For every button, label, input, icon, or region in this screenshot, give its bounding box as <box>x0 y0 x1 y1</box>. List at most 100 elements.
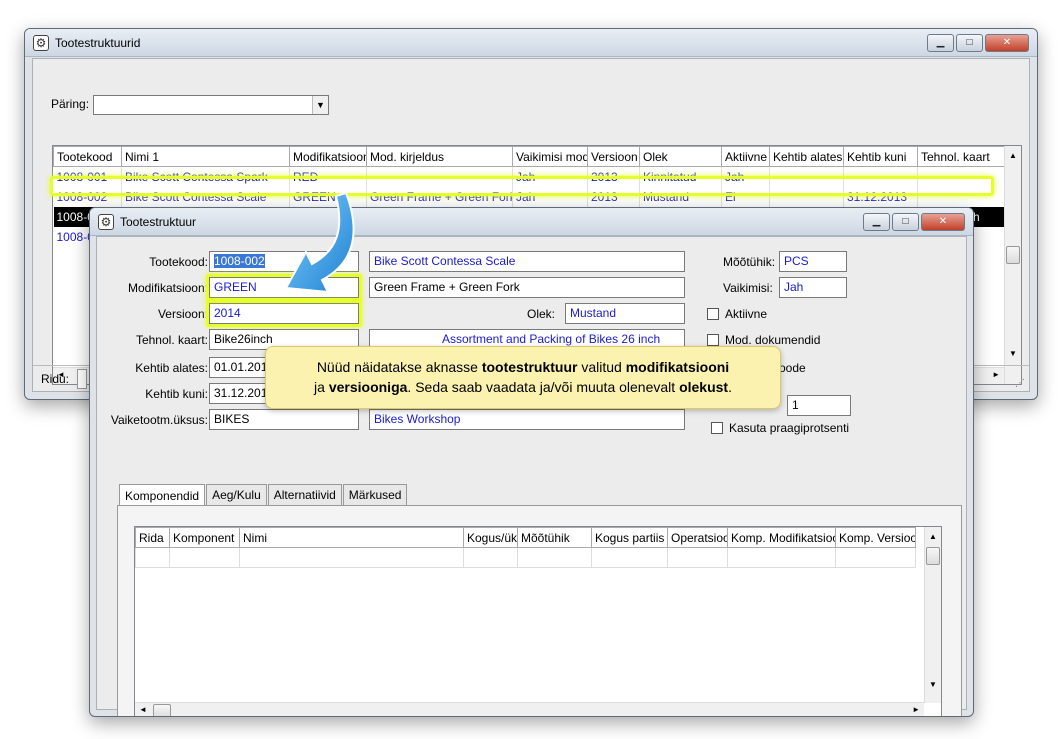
tab-markused[interactable]: Märkused <box>342 484 408 506</box>
detail-window-title: Tootestruktuur <box>120 215 197 229</box>
grid-vscrollbar[interactable]: ▲ ▼ <box>1004 146 1021 384</box>
versioon-highlight <box>206 300 362 327</box>
status-label: Ridu: <box>41 372 70 386</box>
product-name-field[interactable]: Bike Scott Contessa Scale <box>369 251 685 272</box>
components-panel: Rida Komponent Nimi Kogus/ük Mõõtühik Kogus p… <box>117 505 962 716</box>
selected-row-highlight <box>50 176 994 196</box>
vaiketootm-description-field[interactable]: Bikes Workshop <box>369 409 685 430</box>
mod-dokumendid-checkbox[interactable]: Mod. dokumendid <box>707 333 820 347</box>
callout-text-4: . Seda saab vaadata ja/või muuta oleneva… <box>407 379 680 395</box>
oode-label: oode <box>779 361 806 375</box>
callout-bold-2: modifikatsiooni <box>625 359 730 375</box>
callout-bold-1: tootestruktuur <box>481 359 578 375</box>
vaiketootm-field[interactable]: BIKES <box>209 409 359 430</box>
detail-client-area: Tootekood: 1008-002 Bike Scott Contessa … <box>96 236 967 716</box>
minimize-icon[interactable]: ▁ <box>927 34 954 52</box>
aktiivne-checkbox[interactable]: Aktiivne <box>707 307 767 321</box>
scroll-down-icon[interactable]: ▼ <box>1005 346 1021 362</box>
maximize-icon[interactable]: □ <box>892 213 919 231</box>
tootekood-label: Tootekood: <box>149 255 208 269</box>
column-header[interactable]: Komp. Versioon <box>835 527 916 548</box>
scroll-right-icon[interactable]: ► <box>912 705 920 714</box>
olek-label: Olek: <box>527 307 556 321</box>
callout-bold-4: olekust <box>679 379 729 395</box>
close-icon[interactable]: ✕ <box>985 34 1029 52</box>
column-header[interactable]: Aktiivne <box>721 146 770 167</box>
detail-tabs: Komponendid Aeg/Kulu Alternatiivid Märku… <box>119 484 408 506</box>
callout-text-2: valitud <box>577 359 626 375</box>
components-table: Rida Komponent Nimi Kogus/ük Mõõtühik Kogus p… <box>135 527 916 568</box>
kehtib-alates-label: Kehtib alates: <box>135 361 208 375</box>
tab-alternatiivid[interactable]: Alternatiivid <box>267 484 342 506</box>
column-header[interactable]: Operatsioo <box>667 527 728 548</box>
app-gear-icon: ⚙ <box>98 214 114 230</box>
tab-aeg-kulu[interactable]: Aeg/Kulu <box>206 484 267 506</box>
column-header[interactable]: Komp. Modifikatsioo <box>727 527 836 548</box>
column-header[interactable]: Olek <box>639 146 722 167</box>
status-field <box>77 369 87 389</box>
main-titlebar: ⚙ Tootestruktuurid ▁ □ ✕ <box>25 29 1037 57</box>
aktiivne-label: Aktiivne <box>725 307 768 321</box>
maximize-icon[interactable]: □ <box>956 34 983 52</box>
scroll-left-icon[interactable]: ◄ <box>139 705 147 714</box>
vaikimisi-label: Vaikimisi: <box>723 281 773 295</box>
kehtib-kuni-label: Kehtib kuni: <box>145 387 208 401</box>
mootuhik-field[interactable]: PCS <box>779 251 847 272</box>
resize-grip-icon[interactable]: ⋰ <box>1015 378 1025 389</box>
components-hscroll-thumb[interactable] <box>153 704 171 716</box>
mootuhik-label: Mõõtühik: <box>723 255 776 269</box>
vaikimisi-field[interactable]: Jah <box>779 277 847 298</box>
app-gear-icon: ⚙ <box>33 35 49 51</box>
modifikatsioon-label: Modifikatsioon: <box>127 281 208 295</box>
callout-text-3: ja <box>314 379 329 395</box>
kasuta-label: Kasuta praagiprotsenti <box>729 421 850 435</box>
info-callout: Nüüd näidatakse aknasse tootestruktuur v… <box>265 346 781 409</box>
tootekood-field[interactable]: 1008-002 <box>209 251 359 272</box>
components-hscrollbar[interactable]: ◄ ► <box>135 702 924 716</box>
column-header[interactable]: Mõõtühik <box>517 527 592 548</box>
modifikatsioon-highlight <box>206 274 362 301</box>
column-header[interactable]: Kogus partiis <box>591 527 668 548</box>
tehnol-label: Tehnol. kaart: <box>135 333 208 347</box>
callout-bold-3: versiooniga <box>328 379 408 395</box>
olek-field[interactable]: Mustand <box>565 303 685 324</box>
column-header[interactable]: Nimi 1 <box>121 146 290 167</box>
components-vscrollbar[interactable]: ▲ ▼ <box>924 527 941 703</box>
vaiketootm-label: Vaiketootm.üksus: <box>110 413 208 427</box>
minimize-icon[interactable]: ▁ <box>863 213 890 231</box>
column-header[interactable]: Kehtib kuni <box>843 146 918 167</box>
column-header[interactable]: Tootekood <box>53 146 122 167</box>
detail-window: ⚙ Tootestruktuur ▁ □ ✕ Tootekood: 1008-0… <box>89 207 974 717</box>
column-header[interactable]: Modifikatsioon <box>289 146 367 167</box>
kasuta-praagiprotsenti-checkbox[interactable]: Kasuta praagiprotsenti <box>711 421 849 435</box>
dropdown-arrow-icon[interactable]: ▼ <box>312 96 328 114</box>
query-label: Päring: <box>51 97 90 111</box>
column-header[interactable]: Rida <box>135 527 170 548</box>
grid-vscroll-thumb[interactable] <box>1006 246 1020 264</box>
column-header[interactable]: Mod. kirjeldus <box>366 146 513 167</box>
mod-description-field[interactable]: Green Frame + Green Fork <box>369 277 685 298</box>
column-header[interactable]: Versioon <box>587 146 640 167</box>
main-window-title: Tootestruktuurid <box>55 36 141 50</box>
callout-text-5: . <box>728 379 732 395</box>
versioon-label: Versioon: <box>157 307 208 321</box>
components-grid: Rida Komponent Nimi Kogus/ük Mõõtühik Kogus p… <box>134 526 942 716</box>
quantity-field[interactable]: 1 <box>787 395 851 416</box>
query-select[interactable]: ▼ <box>93 95 329 115</box>
components-vscroll-thumb[interactable] <box>926 547 940 565</box>
close-icon[interactable]: ✕ <box>921 213 965 231</box>
scroll-up-icon[interactable]: ▲ <box>1005 148 1021 164</box>
column-header[interactable]: Kehtib alates <box>769 146 844 167</box>
column-header[interactable]: Nimi <box>239 527 464 548</box>
column-header[interactable]: Komponent <box>169 527 240 548</box>
tootekood-value: 1008-002 <box>214 254 265 268</box>
detail-titlebar: ⚙ Tootestruktuur ▁ □ ✕ <box>90 208 973 236</box>
scroll-up-icon[interactable]: ▲ <box>925 529 941 545</box>
callout-text-1: Nüüd näidatakse aknasse <box>316 359 482 375</box>
column-header[interactable]: Kogus/ük <box>463 527 518 548</box>
column-header[interactable]: Tehnol. kaart <box>917 146 1006 167</box>
tab-komponendid[interactable]: Komponendid <box>119 484 206 506</box>
scroll-down-icon[interactable]: ▼ <box>925 677 941 693</box>
column-header[interactable]: Vaikimisi mod. <box>512 146 588 167</box>
components-empty-row[interactable] <box>135 547 916 568</box>
